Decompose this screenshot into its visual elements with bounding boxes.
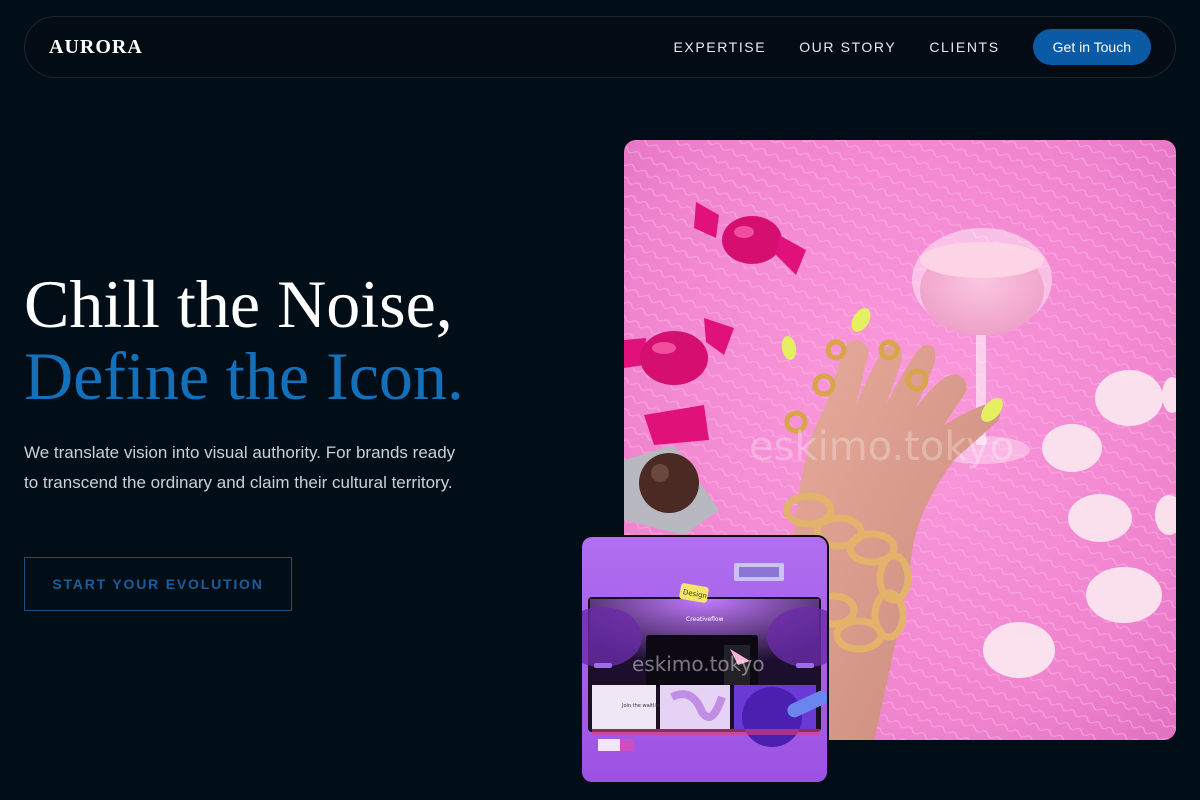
nav-link-clients[interactable]: CLIENTS — [929, 39, 999, 55]
nav-links: EXPERTISE OUR STORY CLIENTS Get in Touch — [673, 29, 1151, 65]
get-in-touch-button[interactable]: Get in Touch — [1032, 29, 1151, 65]
hero-title: Chill the Noise, Define the Icon. — [24, 268, 464, 412]
inset-screen-text: Join the waitlist — [621, 703, 660, 709]
photo-watermark: eskimo.tokyo — [749, 424, 1014, 470]
start-evolution-button[interactable]: START YOUR EVOLUTION — [24, 557, 292, 611]
nav-link-expertise[interactable]: EXPERTISE — [673, 39, 766, 55]
inset-product-card: Creativeflow Join the waitlist Design es… — [580, 535, 829, 784]
brand-logo[interactable]: AURORA — [49, 36, 143, 59]
nav-link-our-story[interactable]: OUR STORY — [799, 39, 896, 55]
hero-title-line-2: Define the Icon. — [24, 338, 464, 414]
top-navbar: AURORA EXPERTISE OUR STORY CLIENTS Get i… — [24, 16, 1176, 78]
inset-product-illustration: Creativeflow Join the waitlist Design es… — [582, 537, 827, 782]
inset-watermark: eskimo.tokyo — [632, 652, 765, 676]
hero-subtitle: We translate vision into visual authorit… — [24, 443, 456, 492]
inset-screen-title: Creativeflow — [686, 616, 724, 623]
hero-title-line-1: Chill the Noise, — [24, 266, 453, 342]
